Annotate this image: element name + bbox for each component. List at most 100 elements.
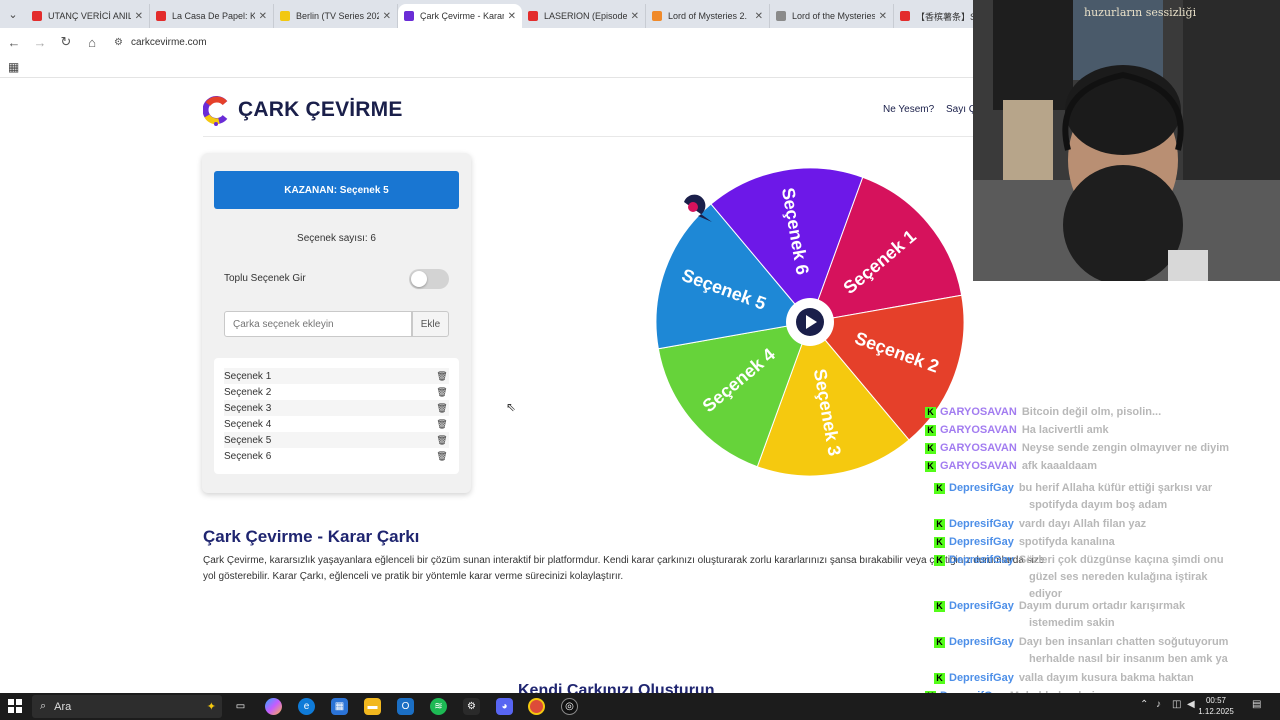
header-divider	[203, 136, 973, 137]
trash-icon[interactable]: 🗑︎	[435, 451, 449, 462]
site-info-icon[interactable]: ⚙	[114, 37, 123, 48]
taskbar-search[interactable]: ⌕ Ara ✦	[32, 695, 222, 718]
back-icon[interactable]: ←	[2, 35, 26, 50]
option-list-item: Seçenek 6 🗑︎	[224, 448, 449, 464]
copilot-icon[interactable]	[265, 698, 282, 715]
chat-username: DepresifGay	[949, 600, 1014, 612]
spotify-icon[interactable]: ≋	[430, 698, 447, 715]
browser-tab[interactable]: LASERION (Episode 1 ✕	[522, 4, 646, 28]
edge-icon[interactable]: e	[298, 698, 315, 715]
browser-tab[interactable]: UTANÇ VERİCİ ANILA ✕	[26, 4, 150, 28]
tab-title: Lord of the Mysteries	[792, 11, 875, 21]
nav-link-ne-yesem[interactable]: Ne Yesem?	[883, 104, 934, 115]
url-text: carkcevirme.com	[130, 36, 207, 48]
tab-title: La Casa De Papel: Ko	[172, 11, 255, 21]
windows-start-icon[interactable]	[8, 699, 22, 713]
network-icon[interactable]: ◫	[1172, 699, 1181, 710]
kick-badge-icon: K	[934, 518, 945, 530]
chat-message: K GARYOSAVAN Bitcoin değil olm, pisolin...	[925, 404, 1161, 421]
trash-icon[interactable]: 🗑︎	[435, 435, 449, 446]
chrome-icon[interactable]	[528, 698, 545, 715]
chat-message: K GARYOSAVAN Ha lacivertli amk	[925, 422, 1109, 439]
tab-title: LASERION (Episode 1	[544, 11, 627, 21]
microphone-icon[interactable]: ♪	[1156, 699, 1161, 710]
task-view-icon[interactable]: ▭	[232, 698, 249, 715]
tab-close-icon[interactable]: ✕	[259, 11, 267, 22]
apps-grid-icon[interactable]: ▦	[8, 60, 19, 74]
chat-username: DepresifGay	[949, 536, 1014, 548]
store-icon[interactable]: ▦	[331, 698, 348, 715]
tray-chevron-icon[interactable]: ⌃	[1140, 699, 1148, 710]
tab-close-icon[interactable]: ✕	[879, 11, 887, 22]
option-label: Seçenek 5	[224, 434, 272, 446]
windows-taskbar: ⌕ Ara ✦ ▭ e ▦ ▬ O ≋ ⚙ ◕ ◎ ⌃ ♪ ◫ ◀ 00:57 …	[0, 693, 1280, 720]
tab-close-icon[interactable]: ✕	[631, 11, 639, 22]
trash-icon[interactable]: 🗑︎	[435, 371, 449, 382]
trash-icon[interactable]: 🗑︎	[435, 403, 449, 414]
notification-icon[interactable]: ▤	[1252, 699, 1261, 710]
tab-title: Çark Çevirme - Karar	[420, 11, 504, 21]
discord-icon[interactable]: ◕	[496, 698, 513, 715]
tab-close-icon[interactable]: ✕	[755, 11, 763, 22]
browser-tab[interactable]: Berlin (TV Series 2023 ✕	[274, 4, 398, 28]
taskbar-clock[interactable]: 00:57 1.12.2025	[1198, 695, 1234, 717]
tab-favicon-icon	[32, 11, 42, 21]
bulk-entry-toggle[interactable]	[409, 269, 449, 289]
tab-favicon-icon	[776, 11, 786, 21]
kick-badge-icon: K	[934, 672, 945, 684]
chat-text: Dayım durum ortadır karışırmak	[1018, 600, 1186, 612]
spin-wheel[interactable]: Seçenek 1Seçenek 2Seçenek 3Seçenek 4Seçe…	[654, 166, 966, 478]
add-option-button[interactable]: Ekle	[412, 311, 449, 337]
settings-gear-icon[interactable]: ⚙	[463, 698, 480, 715]
trash-icon[interactable]: 🗑︎	[435, 419, 449, 430]
option-label: Seçenek 3	[224, 402, 272, 414]
poster-text: huzurların sessizliği	[1084, 6, 1197, 19]
outlook-icon[interactable]: O	[397, 698, 414, 715]
option-input[interactable]	[224, 311, 412, 337]
obs-icon[interactable]: ◎	[561, 698, 578, 715]
kick-badge-icon: K	[925, 442, 936, 454]
intro-paragraph: Çark Çevirme, kararsızlık yaşayanlara eğ…	[203, 555, 1045, 582]
tab-close-icon[interactable]: ✕	[135, 11, 143, 22]
tab-close-icon[interactable]: ✕	[508, 11, 516, 22]
chat-text: Bitcoin değil olm, pisolin...	[1021, 406, 1162, 418]
bulk-entry-label: Toplu Seçenek Gir	[224, 273, 306, 284]
clock-date: 1.12.2025	[1198, 707, 1234, 716]
tab-close-icon[interactable]: ✕	[383, 11, 391, 22]
home-icon[interactable]: ⌂	[80, 35, 104, 50]
reload-icon[interactable]: ↻	[54, 34, 78, 50]
browser-tab[interactable]: Çark Çevirme - Karar ✕	[398, 4, 522, 28]
site-logo-icon[interactable]	[203, 96, 229, 126]
option-label: Seçenek 2	[224, 386, 272, 398]
wheel-control-panel: KAZANAN: Seçenek 5 Seçenek sayısı: 6 Top…	[202, 153, 471, 493]
chat-message: K GARYOSAVAN Neyse sende zengin olmayıver …	[925, 440, 1229, 457]
file-explorer-icon[interactable]: ▬	[364, 698, 381, 715]
nav-link-sayi[interactable]: Sayı Ç	[946, 104, 976, 115]
browser-tab[interactable]: Lord of Mysteries 2. ✕	[646, 4, 770, 28]
forward-icon[interactable]: →	[28, 35, 52, 50]
tab-favicon-icon	[404, 11, 414, 21]
copilot-sparkle-icon: ✦	[206, 701, 216, 713]
tab-title: Lord of Mysteries 2.	[668, 11, 748, 21]
browser-tab[interactable]: La Casa De Papel: Ko ✕	[150, 4, 274, 28]
chat-username: DepresifGay	[949, 672, 1014, 684]
chat-text-cont: güzel ses nereden kulağına iştirak	[1029, 571, 1208, 583]
browser-tab[interactable]: Lord of the Mysteries ✕	[770, 4, 894, 28]
option-list-item: Seçenek 1 🗑︎	[224, 368, 449, 384]
option-list-item: Seçenek 5 🗑︎	[224, 432, 449, 448]
kick-badge-icon: K	[934, 636, 945, 648]
winner-banner[interactable]: KAZANAN: Seçenek 5	[214, 171, 459, 209]
chat-username: GARYOSAVAN	[940, 406, 1017, 418]
site-title[interactable]: ÇARK ÇEVİRME	[238, 98, 403, 122]
kick-badge-icon: K	[925, 406, 936, 418]
chat-text-cont: herhalde nasıl bir insanım ben amk ya	[1029, 653, 1228, 665]
trash-icon[interactable]: 🗑︎	[435, 387, 449, 398]
tab-favicon-icon	[528, 11, 538, 21]
mouse-cursor-icon: ⇖	[506, 400, 517, 414]
tab-search-icon[interactable]: ⌄	[0, 0, 26, 28]
url-field[interactable]: ⚙ carkcevirme.com	[114, 37, 207, 48]
chat-message: K DepresifGay Dayı ben insanları chatten s…	[934, 634, 1228, 668]
chat-text-cont: spotifyda dayım boş adam	[1029, 499, 1168, 511]
webcam-overlay: huzurların sessizliği	[973, 0, 1280, 281]
volume-icon[interactable]: ◀	[1187, 699, 1195, 710]
